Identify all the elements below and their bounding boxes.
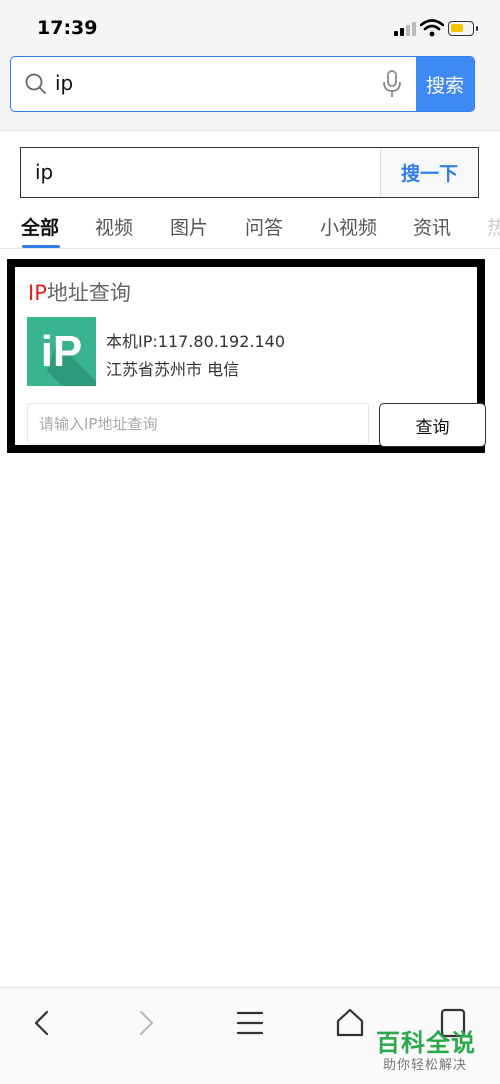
active-tab-indicator [22,245,60,248]
search-icon [25,73,46,94]
ip-location-text: 江苏省苏州市 电信 [106,360,240,379]
battery-icon [448,21,478,36]
wifi-icon [420,19,444,37]
watermark-title: 百科全说 [376,1029,476,1057]
watermark-subtitle: 助你轻松解决 [383,1058,468,1073]
browser-search-field[interactable]: ip 搜索 [10,56,475,112]
microphone-icon[interactable] [382,70,402,98]
ip-logo-text: iP [40,326,83,376]
cellular-signal-icon [394,22,416,36]
browser-search-button[interactable]: 搜索 [416,57,474,111]
tab-qa[interactable]: 问答 [245,213,283,240]
status-bar: 17:39 [0,0,500,50]
local-ip-text: 本机IP:117.80.192.140 [106,332,285,351]
tab-video[interactable]: 视频 [95,213,133,240]
back-icon[interactable] [26,1006,60,1040]
page-search-input[interactable]: ip [35,160,53,184]
browser-search-bar: ip 搜索 [0,50,500,131]
tab-hot[interactable]: 热 [487,213,500,240]
forward-icon[interactable] [128,1006,162,1040]
ip-lookup-card: IP地址查询 iP 本机IP:117.80.192.140 江苏省苏州市 电信 … [7,259,486,453]
page-search-box: ip 搜一下 [20,147,479,198]
card-title-rest: 地址查询 [46,281,131,305]
menu-icon[interactable] [233,1006,267,1040]
ip-query-button[interactable]: 查询 [379,403,486,447]
ip-logo: iP [27,317,96,386]
tab-all[interactable]: 全部 [21,213,59,240]
tab-news[interactable]: 资讯 [413,213,451,240]
result-tabs: 全部 视频 图片 问答 小视频 资讯 热 [0,204,500,249]
tab-short-video[interactable]: 小视频 [320,213,377,240]
ip-query-input[interactable] [27,403,369,445]
card-title-prefix: IP [28,281,47,305]
tab-images[interactable]: 图片 [170,213,208,240]
browser-search-query[interactable]: ip [55,71,73,95]
status-time: 17:39 [37,17,98,39]
card-title[interactable]: IP地址查询 [28,277,131,307]
home-icon[interactable] [333,1006,367,1040]
page-search-button[interactable]: 搜一下 [381,148,478,197]
